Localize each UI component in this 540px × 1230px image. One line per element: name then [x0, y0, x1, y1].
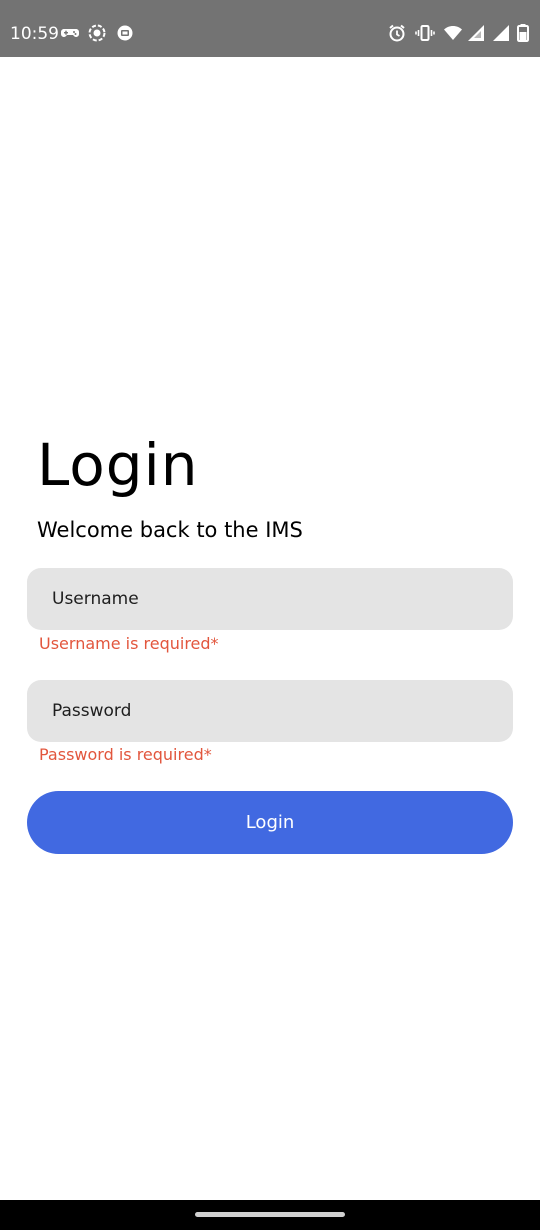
cast-icon	[115, 23, 135, 43]
password-error-text: Password is required*	[39, 745, 212, 764]
alarm-icon	[387, 23, 407, 43]
home-gesture-handle[interactable]	[195, 1212, 345, 1217]
username-input[interactable]	[27, 568, 513, 630]
login-button[interactable]: Login	[27, 791, 513, 854]
page-subtitle: Welcome back to the IMS	[37, 518, 303, 542]
page-title: Login	[37, 431, 199, 499]
navigation-bar	[0, 1200, 540, 1230]
battery-icon	[516, 23, 530, 43]
password-input[interactable]	[27, 680, 513, 742]
vibrate-icon	[415, 23, 435, 43]
status-time: 10:59	[10, 24, 59, 44]
status-bar: 10:59	[0, 0, 540, 57]
screen-record-icon	[87, 23, 107, 43]
signal-icon	[491, 23, 511, 43]
login-screen: 10:59 Login Welcome back to the IMS User…	[0, 0, 540, 1230]
wifi-icon	[443, 23, 463, 43]
signal-icon	[466, 23, 486, 43]
game-controller-icon	[60, 23, 80, 43]
username-error-text: Username is required*	[39, 634, 219, 653]
